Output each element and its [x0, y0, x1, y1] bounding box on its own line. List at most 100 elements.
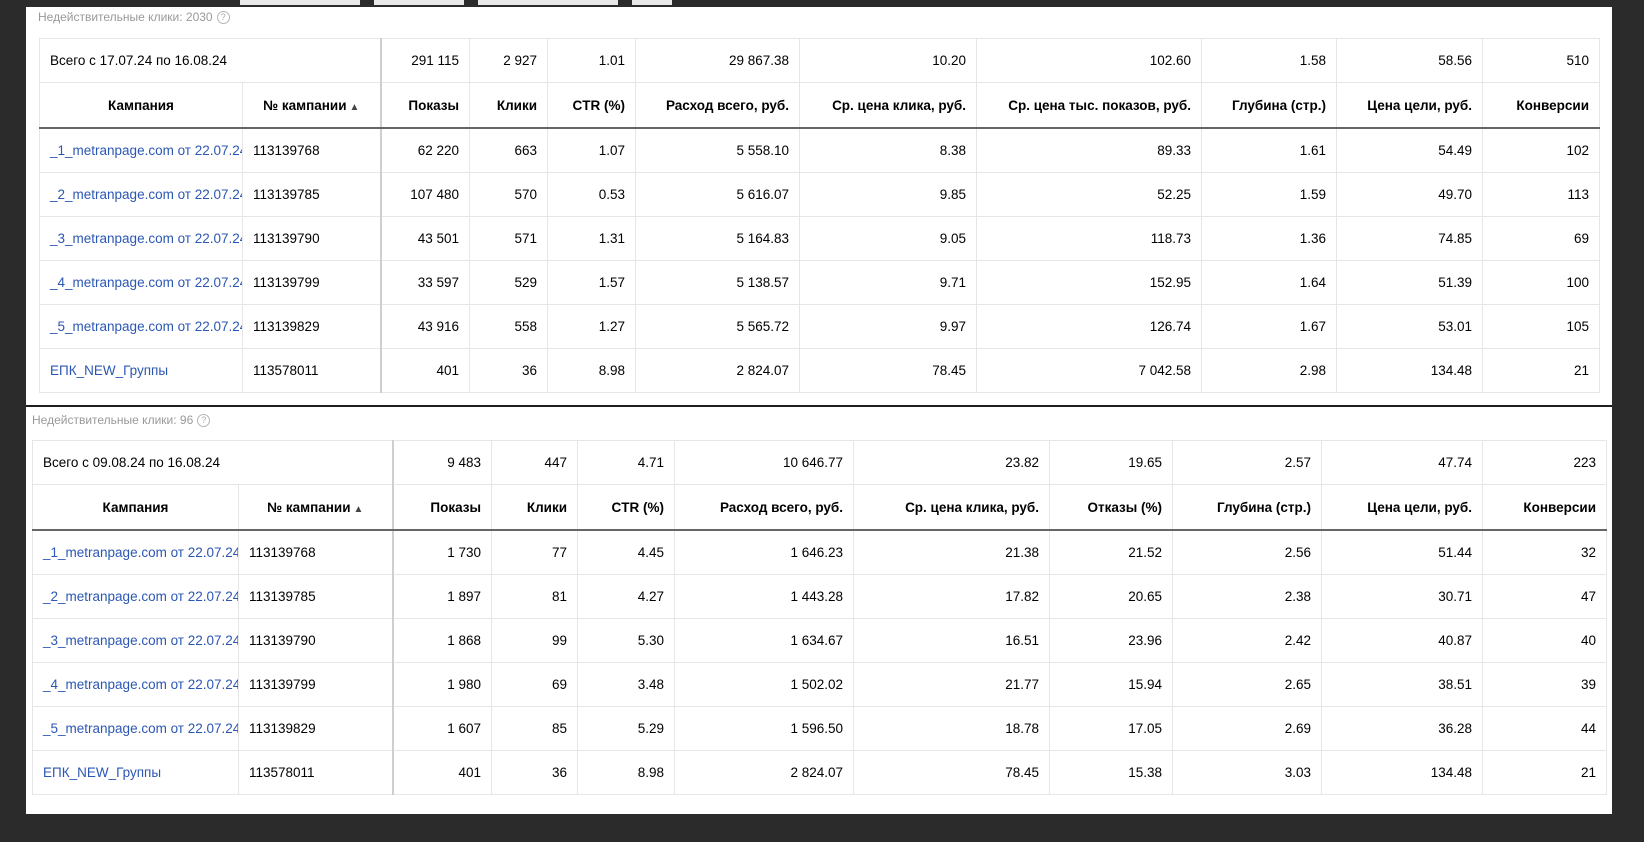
- campaign-link[interactable]: _4_metranpage.com от 22.07.24: [50, 275, 242, 290]
- metric-cell: 4.45: [577, 529, 676, 575]
- campaign-link[interactable]: ЕПК_NEW_Группы: [43, 765, 161, 780]
- totals-period-label: Всего с 17.07.24 по 16.08.24: [38, 38, 382, 83]
- metric-cell: 152.95: [976, 260, 1203, 305]
- totals-cell: 10 646.77: [674, 440, 855, 485]
- metric-cell: 5 558.10: [635, 127, 801, 173]
- column-header-ctr[interactable]: CTR (%): [577, 484, 676, 531]
- metric-cell: 2.56: [1172, 529, 1323, 575]
- column-header-depth[interactable]: Глубина (стр.): [1172, 484, 1323, 531]
- column-header-depth[interactable]: Глубина (стр.): [1201, 82, 1338, 129]
- metric-cell: 5.30: [577, 618, 676, 663]
- column-header-impressions[interactable]: Показы: [392, 484, 493, 531]
- metric-cell: 2.65: [1172, 662, 1323, 707]
- metric-cell: 1.64: [1201, 260, 1338, 305]
- campaign-link[interactable]: _2_metranpage.com от 22.07.24: [50, 187, 242, 202]
- column-header-goal-cost[interactable]: Цена цели, руб.: [1321, 484, 1484, 531]
- metric-cell: 53.01: [1336, 304, 1484, 349]
- campaign-link[interactable]: _2_metranpage.com от 22.07.24: [43, 589, 238, 604]
- metric-cell: 126.74: [976, 304, 1203, 349]
- column-header-bounce-rate[interactable]: Отказы (%): [1049, 484, 1174, 531]
- metric-cell: 20.65: [1049, 574, 1174, 619]
- metric-cell: 21.38: [853, 529, 1051, 575]
- column-header-label: № кампании: [267, 499, 351, 515]
- metric-cell: 5.29: [577, 706, 676, 751]
- metric-cell: 134.48: [1321, 750, 1484, 795]
- totals-cell: 4.71: [577, 440, 676, 485]
- campaign-name-cell: _2_metranpage.com от 22.07.24: [32, 574, 239, 619]
- column-header-clicks[interactable]: Клики: [469, 82, 549, 129]
- metric-cell: 40.87: [1321, 618, 1484, 663]
- metric-cell: 2 824.07: [635, 348, 801, 393]
- metric-cell: 1 443.28: [674, 574, 855, 619]
- metric-cell: 49.70: [1336, 172, 1484, 217]
- column-header-conversions[interactable]: Конверсии: [1482, 82, 1601, 129]
- totals-row: Всего с 17.07.24 по 16.08.24 291 115 2 9…: [38, 38, 1601, 83]
- metric-cell: 78.45: [799, 348, 978, 393]
- metric-cell: 1 980: [392, 662, 493, 707]
- column-header-ctr[interactable]: CTR (%): [547, 82, 637, 129]
- totals-cell: 10.20: [799, 38, 978, 83]
- metric-cell: 40: [1482, 618, 1608, 663]
- help-icon[interactable]: ?: [197, 413, 211, 427]
- column-header-avg-cpc[interactable]: Ср. цена клика, руб.: [853, 484, 1051, 531]
- cropped-heading-fragment: [240, 0, 720, 6]
- metric-cell: 1 596.50: [674, 706, 855, 751]
- campaign-id-cell: 113139790: [237, 618, 394, 663]
- campaign-link[interactable]: _5_metranpage.com от 22.07.24: [43, 721, 238, 736]
- metric-cell: 36.28: [1321, 706, 1484, 751]
- metric-cell: 570: [469, 172, 549, 217]
- table-row: ЕПК_NEW_Группы 113578011 401 36 8.98 2 824.07…: [39, 348, 1601, 393]
- metric-cell: 401: [392, 750, 493, 795]
- column-header-clicks[interactable]: Клики: [491, 484, 579, 531]
- table-row: _5_metranpage.com от 22.07.24 113139829 43…: [39, 304, 1601, 349]
- totals-cell: 47.74: [1321, 440, 1484, 485]
- metric-cell: 18.78: [853, 706, 1051, 751]
- column-header-conversions[interactable]: Конверсии: [1482, 484, 1608, 531]
- metric-cell: 62 220: [380, 127, 471, 173]
- column-header-spend[interactable]: Расход всего, руб.: [635, 82, 801, 129]
- metric-cell: 69: [491, 662, 579, 707]
- totals-row: Всего с 09.08.24 по 16.08.24 9 483 447 4…: [31, 440, 1608, 485]
- sort-ascending-icon: ▲: [349, 101, 360, 113]
- column-header-campaign[interactable]: Кампания: [32, 484, 239, 531]
- metric-cell: 52.25: [976, 172, 1203, 217]
- campaign-link[interactable]: _1_metranpage.com от 22.07.24: [43, 545, 238, 560]
- invalid-clicks-info: Недействительные клики: 2030 ?: [38, 10, 230, 24]
- column-header-spend[interactable]: Расход всего, руб.: [674, 484, 855, 531]
- column-header-goal-cost[interactable]: Цена цели, руб.: [1336, 82, 1484, 129]
- column-header-campaign-id[interactable]: № кампании ▲: [241, 82, 382, 129]
- table-row: _3_metranpage.com от 22.07.24 113139790 1 …: [32, 618, 1608, 663]
- campaign-link[interactable]: ЕПК_NEW_Группы: [50, 363, 168, 378]
- table-row: ЕПК_NEW_Группы 113578011 401 36 8.98 2 824.07…: [32, 750, 1608, 795]
- campaign-name-cell: _3_metranpage.com от 22.07.24: [39, 216, 243, 261]
- campaign-link[interactable]: _3_metranpage.com от 22.07.24: [50, 231, 242, 246]
- campaign-name-cell: _1_metranpage.com от 22.07.24: [32, 529, 239, 575]
- campaign-id-cell: 113139829: [237, 706, 394, 751]
- campaign-name-cell: ЕПК_NEW_Группы: [32, 750, 239, 795]
- metric-cell: 529: [469, 260, 549, 305]
- metric-cell: 8.98: [577, 750, 676, 795]
- metric-cell: 33 597: [380, 260, 471, 305]
- campaign-link[interactable]: _3_metranpage.com от 22.07.24: [43, 633, 238, 648]
- totals-cell: 447: [491, 440, 579, 485]
- campaign-link[interactable]: _1_metranpage.com от 22.07.24: [50, 143, 242, 158]
- metric-cell: 2 824.07: [674, 750, 855, 795]
- column-header-avg-cpc[interactable]: Ср. цена клика, руб.: [799, 82, 978, 129]
- metric-cell: 118.73: [976, 216, 1203, 261]
- table-row: _2_metranpage.com от 22.07.24 113139785 1 …: [32, 574, 1608, 619]
- campaign-name-cell: _2_metranpage.com от 22.07.24: [39, 172, 243, 217]
- metric-cell: 134.48: [1336, 348, 1484, 393]
- campaign-link[interactable]: _4_metranpage.com от 22.07.24: [43, 677, 238, 692]
- metric-cell: 32: [1482, 529, 1608, 575]
- campaign-link[interactable]: _5_metranpage.com от 22.07.24: [50, 319, 242, 334]
- report-panel-1: Недействительные клики: 2030 ? Всего с 1…: [26, 7, 1612, 405]
- table-row: _1_metranpage.com от 22.07.24 113139768 1 …: [32, 529, 1608, 575]
- help-icon[interactable]: ?: [216, 10, 230, 24]
- column-header-campaign-id[interactable]: № кампании ▲: [237, 484, 394, 531]
- metric-cell: 17.82: [853, 574, 1051, 619]
- column-header-avg-cpm[interactable]: Ср. цена тыс. показов, руб.: [976, 82, 1203, 129]
- campaign-id-cell: 113139768: [241, 127, 382, 173]
- column-header-impressions[interactable]: Показы: [380, 82, 471, 129]
- metric-cell: 2.69: [1172, 706, 1323, 751]
- column-header-campaign[interactable]: Кампания: [39, 82, 243, 129]
